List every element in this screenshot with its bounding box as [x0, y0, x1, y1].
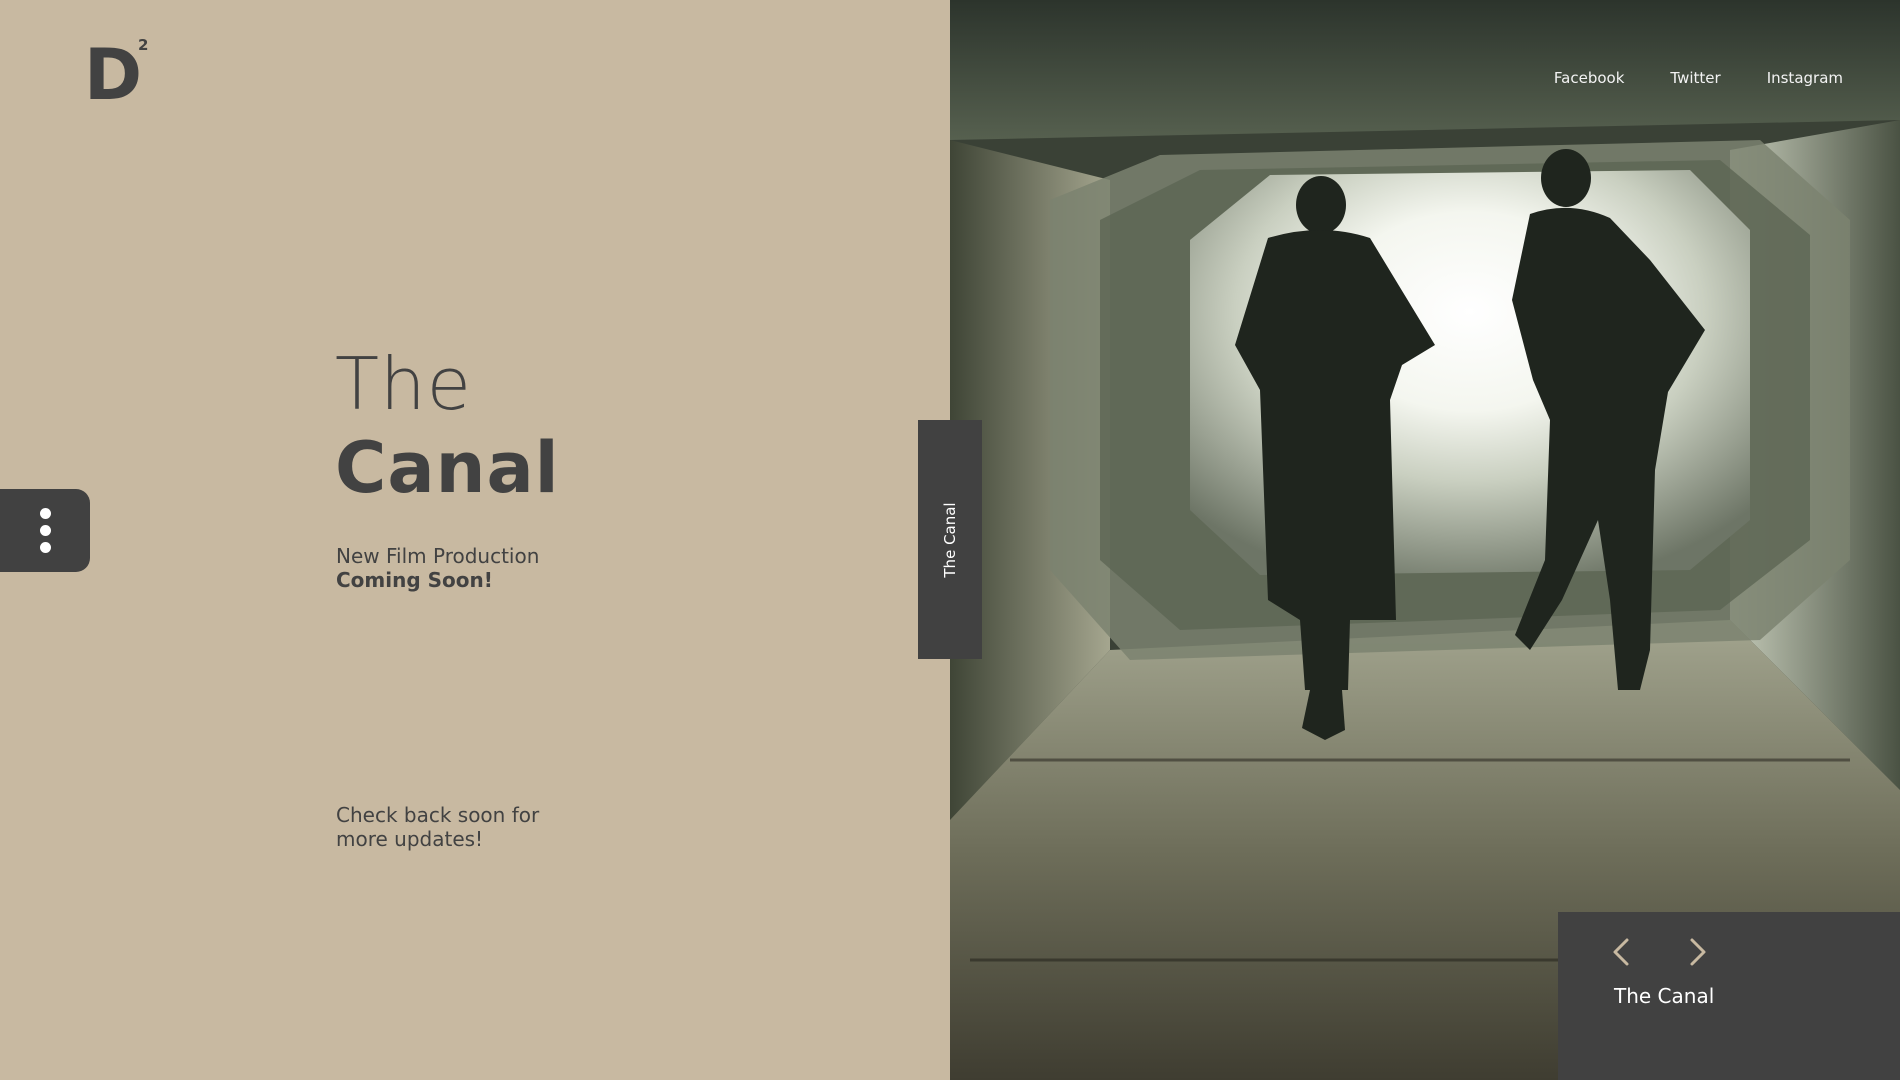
updates-line2: more updates! [336, 827, 484, 851]
page: D 2 The Canal New Film Production Coming… [0, 0, 1900, 1080]
slide-caption: The Canal [1614, 984, 1715, 1008]
menu-button[interactable] [0, 489, 90, 572]
hero-title-line2: Canal [335, 427, 560, 509]
vertical-dots-icon [39, 525, 51, 536]
side-tab-label: The Canal [941, 501, 959, 578]
facebook-link[interactable]: Facebook [1554, 69, 1624, 87]
logo-letter: D [84, 34, 142, 116]
left-panel: D 2 The Canal New Film Production Coming… [0, 0, 950, 1080]
side-tab[interactable]: The Canal [918, 420, 982, 659]
instagram-link[interactable]: Instagram [1767, 69, 1843, 87]
hero-title-line1: The [335, 342, 472, 426]
logo-superscript: 2 [138, 36, 149, 54]
prev-slide-button[interactable] [1605, 932, 1641, 972]
social-nav: Facebook Twitter Instagram [1554, 69, 1843, 87]
vertical-dots-icon [39, 508, 51, 519]
twitter-link[interactable]: Twitter [1670, 69, 1720, 87]
hero-subtitle-emphasis: Coming Soon! [336, 568, 493, 592]
chevron-right-icon [1690, 938, 1706, 966]
slider-controls: The Canal [1558, 912, 1900, 1080]
chevron-left-icon [1613, 938, 1629, 966]
updates-line1: Check back soon for [336, 803, 540, 827]
next-slide-button[interactable] [1678, 932, 1714, 972]
updates-text: Check back soon for more updates! [336, 803, 596, 851]
site-logo[interactable]: D 2 [84, 34, 154, 116]
vertical-dots-icon [39, 542, 51, 553]
hero-subtitle: New Film Production [336, 544, 540, 568]
